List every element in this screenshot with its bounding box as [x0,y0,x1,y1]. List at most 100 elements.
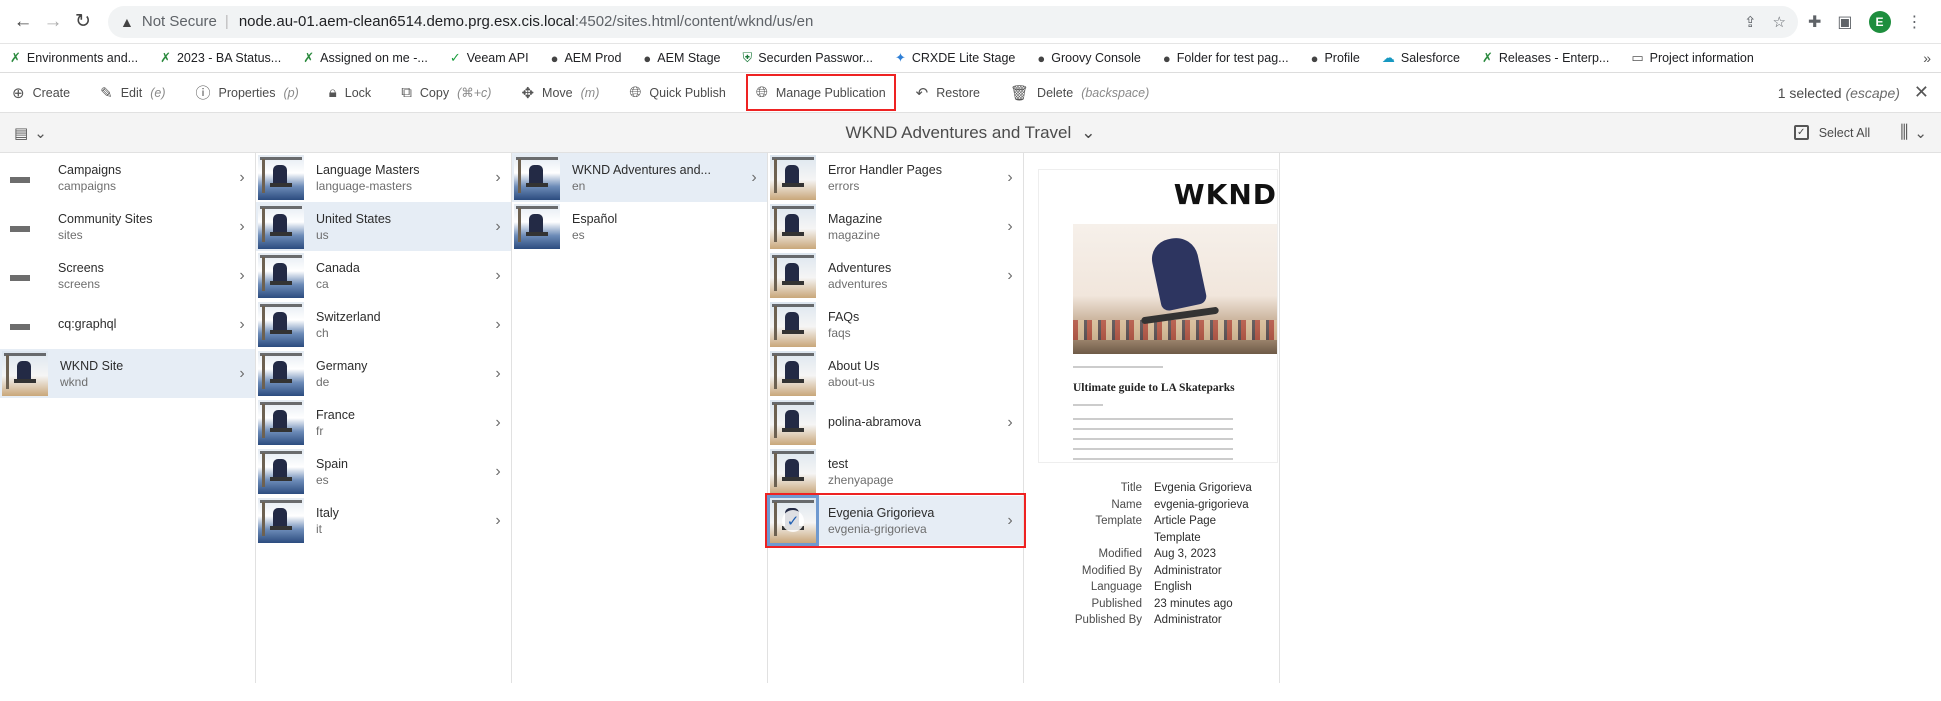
create-button[interactable]: ⊕ Create [12,84,70,102]
bookmark-item[interactable]: ✗ 2023 - BA Status... [160,50,281,66]
back-icon[interactable]: ← [8,7,38,37]
chevron-right-icon[interactable]: › [485,316,511,334]
reload-icon[interactable]: ↻ [68,7,98,37]
bookmark-item[interactable]: ✦ CRXDE Lite Stage [895,50,1015,66]
column-row[interactable]: test zhenyapage [768,447,1023,496]
bookmark-item[interactable]: ● AEM Prod [551,51,622,66]
menu-kebab-icon[interactable]: ⋮ [1907,12,1923,32]
chevron-right-icon[interactable]: › [485,169,511,187]
move-button[interactable]: ✥ Move (m) [521,84,599,102]
chevron-right-icon[interactable]: › [229,169,255,187]
column-row[interactable]: Switzerland ch › [256,300,511,349]
chevron-right-icon[interactable]: › [997,414,1023,432]
restore-button[interactable]: ↶ Restore [916,84,980,102]
chevron-right-icon[interactable]: › [229,267,255,285]
bookmark-item[interactable]: ● Profile [1311,51,1360,66]
column-row[interactable]: FAQs faqs [768,300,1023,349]
column-row[interactable]: polina-abramova › [768,398,1023,447]
chevron-right-icon[interactable]: › [485,463,511,481]
page-thumbnail-icon: ✓ [767,495,819,546]
bookmark-item[interactable]: ● Groovy Console [1037,51,1140,66]
quick-publish-button[interactable]: 🌐︎ Quick Publish [629,84,725,101]
preview-panel: WKND Ultimate guide to LA Skateparks Tit… [1024,153,1280,683]
chevron-right-icon[interactable]: › [997,512,1023,530]
column-row[interactable]: Canada ca › [256,251,511,300]
row-name: fr [316,423,324,438]
properties-button[interactable]: ⓘ Properties (p) [196,82,299,103]
rail-toggle-button[interactable]: ▤ ⌄ [14,124,47,142]
chevron-right-icon[interactable]: › [229,365,255,383]
globe-clock-icon: 🌐︎ [755,84,768,101]
column-row[interactable]: United States us › [256,202,511,251]
chevron-right-icon[interactable]: › [485,365,511,383]
chevron-right-icon[interactable]: › [997,267,1023,285]
chevron-right-icon[interactable]: › [485,218,511,236]
chevron-right-icon[interactable]: › [229,218,255,236]
chevron-right-icon[interactable]: › [485,267,511,285]
row-title: WKND Adventures and... [572,162,711,177]
meta-value: Article Page [1154,515,1217,527]
share-icon[interactable]: ⇪ [1744,13,1757,31]
column-row[interactable]: Spain es › [256,447,511,496]
column-row[interactable]: ▬ Campaigns campaigns › [0,153,255,202]
column-row[interactable]: Magazine magazine › [768,202,1023,251]
page-thumbnail-icon [770,253,816,298]
column-row[interactable]: ▬ cq:graphql › [0,300,255,349]
bookmark-item[interactable]: ☁ Salesforce [1382,50,1460,66]
chevron-right-icon[interactable]: › [997,218,1023,236]
column-row[interactable]: Language Masters language-masters › [256,153,511,202]
extensions-icon[interactable]: ✚ [1808,12,1821,32]
meta-value: Administrator [1154,614,1222,626]
column-row[interactable]: Adventures adventures › [768,251,1023,300]
chevron-right-icon[interactable]: › [485,512,511,530]
column-row[interactable]: WKND Site wknd › [0,349,255,398]
bookmark-item[interactable]: ✗ Assigned on me -... [303,50,428,66]
lock-button[interactable]: 🔒︎ Lock [329,84,371,101]
bookmark-item[interactable]: ✓ Veeam API [450,50,529,66]
row-title: FAQs [828,309,860,324]
row-name: wknd [60,374,89,389]
column-row[interactable]: ▬ Screens screens › [0,251,255,300]
column-row[interactable]: About Us about-us [768,349,1023,398]
address-bar[interactable]: ▲ Not Secure | node.au-01.aem-clean6514.… [108,5,1798,38]
row-name: it [316,521,322,536]
column-row[interactable]: Error Handler Pages errors › [768,153,1023,202]
column-row[interactable]: ✓ Evgenia Grigorieva evgenia-grigorieva › [765,493,1026,548]
close-icon[interactable]: ✕ [1914,82,1929,103]
bookmark-item[interactable]: ▭ Project information [1631,50,1754,66]
delete-button[interactable]: 🗑︎ Delete (backspace) [1010,84,1149,102]
view-switcher-button[interactable]: ⫼ ⌄ [1900,122,1927,143]
chevron-right-icon[interactable]: › [997,169,1023,187]
column-row[interactable]: Germany de › [256,349,511,398]
page-title[interactable]: WKND Adventures and Travel ⌄ [845,123,1095,143]
bookmark-item[interactable]: ✗ Releases - Enterp... [1482,50,1609,66]
bookmark-item[interactable]: ✗ Environments and... [10,50,138,66]
profile-avatar[interactable]: E [1868,10,1891,33]
column-row[interactable]: France fr › [256,398,511,447]
edit-button[interactable]: ✎ Edit (e) [100,84,165,102]
bookmark-item[interactable]: ● AEM Stage [643,51,720,66]
meta-key: Published By [1074,614,1142,626]
bookmark-star-icon[interactable]: ☆ [1773,13,1786,31]
bookmark-item[interactable]: ● Folder for test pag... [1163,51,1289,66]
column-row[interactable]: ▬ Community Sites sites › [0,202,255,251]
row-title: Language Masters [316,162,420,177]
sidepanel-icon[interactable]: ▣ [1837,12,1852,32]
bookmarks-overflow-icon[interactable]: » [1923,50,1931,66]
forward-icon[interactable]: → [38,7,68,37]
select-all-button[interactable]: ✓ Select All [1793,125,1870,140]
column-row[interactable]: Español es [512,202,767,251]
bookmark-item[interactable]: ⛨ Securden Passwor... [743,50,873,66]
copy-button[interactable]: ⧉ Copy (⌘+c) [401,84,491,101]
chevron-right-icon[interactable]: › [485,414,511,432]
x-icon: ✗ [1481,50,1493,65]
chevron-right-icon[interactable]: › [229,316,255,334]
column-4: Error Handler Pages errors › Magazine magazi… [765,153,1026,683]
bookmarks-bar: ✗ Environments and... ✗ 2023 - BA Status...… [0,44,1941,73]
manage-publication-button[interactable]: 🌐︎ Manage Publication [745,74,896,111]
wknd-logo: WKND [1173,178,1277,211]
column-row[interactable]: Italy it › [256,496,511,545]
column-row[interactable]: WKND Adventures and... en › [512,153,767,202]
row-title: Canada [316,260,360,275]
chevron-right-icon[interactable]: › [741,169,767,187]
